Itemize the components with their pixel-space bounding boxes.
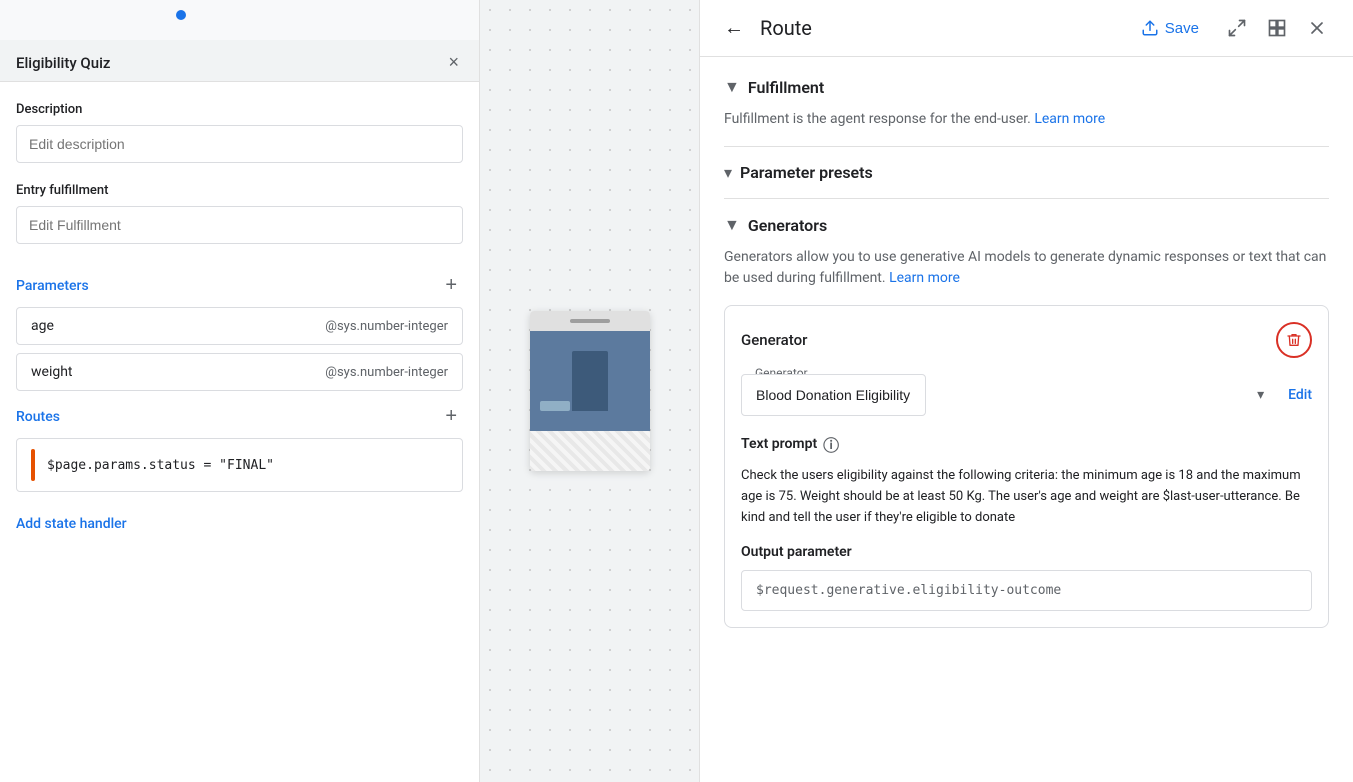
text-prompt-label-text: Text prompt [741, 436, 817, 452]
parameter-presets-section: ▾ Parameter presets [724, 163, 1329, 182]
generator-card-title: Generator [741, 331, 807, 349]
output-param-input[interactable] [741, 570, 1312, 611]
info-icon: ⓘ [823, 432, 839, 456]
canvas-card-body [530, 331, 650, 431]
text-prompt-label: Text prompt ⓘ [741, 432, 1312, 456]
route-row[interactable]: $page.params.status = "FINAL" [16, 438, 463, 492]
right-panel: ← Route Save [700, 0, 1353, 782]
fulfillment-chevron-icon[interactable]: ▼ [724, 77, 740, 97]
param-type-weight: @sys.number-integer [325, 365, 448, 380]
param-row-weight[interactable]: weight @sys.number-integer [16, 353, 463, 391]
generator-card-header: Generator [741, 322, 1312, 358]
canvas-area [480, 0, 700, 782]
right-content: ▼ Fulfillment Fulfillment is the agent r… [700, 57, 1353, 782]
param-name-weight: weight [31, 364, 73, 380]
trash-icon [1286, 332, 1302, 348]
save-button[interactable]: Save [1131, 13, 1209, 43]
left-content: Description Entry fulfillment Parameters… [0, 82, 479, 782]
generators-description: Generators allow you to use generative A… [724, 247, 1329, 289]
canvas-card-header [530, 311, 650, 331]
generator-select[interactable]: Blood Donation Eligibility [741, 374, 926, 416]
fulfillment-description-text: Fulfillment is the agent response for th… [724, 111, 1031, 127]
header-actions [1221, 12, 1333, 44]
description-input[interactable] [16, 125, 463, 163]
add-state-handler-link[interactable]: Add state handler [16, 516, 127, 532]
canvas-card [530, 311, 650, 471]
entry-fulfillment-label: Entry fulfillment [16, 183, 463, 198]
parameters-label: Parameters [16, 278, 89, 294]
route-indicator [31, 449, 35, 481]
canvas-card-step [540, 401, 570, 411]
back-button[interactable]: ← [720, 13, 748, 44]
fulfillment-section-title: Fulfillment [748, 78, 824, 97]
generator-select-wrapper: Blood Donation Eligibility [741, 374, 1276, 416]
add-route-button[interactable]: + [439, 403, 463, 430]
fulfillment-section-header: ▼ Fulfillment [724, 77, 1329, 97]
panel-header: Eligibility Quiz × [0, 40, 479, 82]
connector-dot [176, 10, 186, 20]
close-icon: × [448, 52, 459, 73]
entry-fulfillment-input[interactable] [16, 206, 463, 244]
edit-generator-link[interactable]: Edit [1288, 387, 1312, 403]
param-type-age: @sys.number-integer [325, 319, 448, 334]
routes-label: Routes [16, 409, 60, 425]
param-row-age[interactable]: age @sys.number-integer [16, 307, 463, 345]
generators-chevron-icon[interactable]: ▼ [724, 215, 740, 235]
back-arrow-icon: ← [724, 17, 744, 40]
text-prompt-content: Check the users eligibility against the … [741, 466, 1312, 528]
parameters-section-row: Parameters + [16, 272, 463, 299]
route-title: Route [760, 16, 1119, 40]
close-right-panel-button[interactable] [1301, 12, 1333, 44]
generators-section-header: ▼ Generators [724, 215, 1329, 235]
split-view-button[interactable] [1261, 12, 1293, 44]
split-icon [1267, 18, 1287, 38]
flow-connector [0, 0, 479, 40]
description-label: Description [16, 102, 463, 117]
save-icon [1141, 19, 1159, 37]
fulfillment-description: Fulfillment is the agent response for th… [724, 109, 1329, 130]
generator-select-row: Blood Donation Eligibility Edit [741, 374, 1312, 416]
canvas-card-handle [570, 319, 610, 323]
add-parameter-icon: + [445, 274, 457, 296]
left-panel: Eligibility Quiz × Description Entry ful… [0, 0, 480, 782]
close-icon [1307, 18, 1327, 38]
generators-learn-more-link[interactable]: Learn more [889, 270, 960, 286]
save-label: Save [1165, 20, 1199, 37]
panel-title: Eligibility Quiz [16, 54, 110, 72]
add-parameter-button[interactable]: + [439, 272, 463, 299]
add-route-icon: + [445, 405, 457, 427]
output-param-label: Output parameter [741, 544, 1312, 560]
parameter-presets-title: Parameter presets [740, 163, 873, 182]
generators-description-text: Generators allow you to use generative A… [724, 249, 1326, 286]
generators-section-title: Generators [748, 216, 827, 235]
right-header: ← Route Save [700, 0, 1353, 57]
divider-1 [724, 146, 1329, 147]
generator-field: Generator Blood Donation Eligibility Edi… [741, 374, 1312, 416]
param-presets-chevron-icon[interactable]: ▾ [724, 163, 732, 182]
fulfillment-learn-more-link[interactable]: Learn more [1034, 111, 1105, 127]
delete-generator-button[interactable] [1276, 322, 1312, 358]
routes-section-row: Routes + [16, 403, 463, 430]
divider-2 [724, 198, 1329, 199]
canvas-card-door [572, 351, 608, 411]
param-name-age: age [31, 318, 54, 334]
canvas-card-footer [530, 431, 650, 471]
generator-card: Generator Generator Blood Donation Eligi… [724, 305, 1329, 628]
close-panel-button[interactable]: × [444, 48, 463, 77]
fullscreen-icon [1227, 18, 1247, 38]
fullscreen-button[interactable] [1221, 12, 1253, 44]
route-condition: $page.params.status = "FINAL" [47, 458, 274, 473]
